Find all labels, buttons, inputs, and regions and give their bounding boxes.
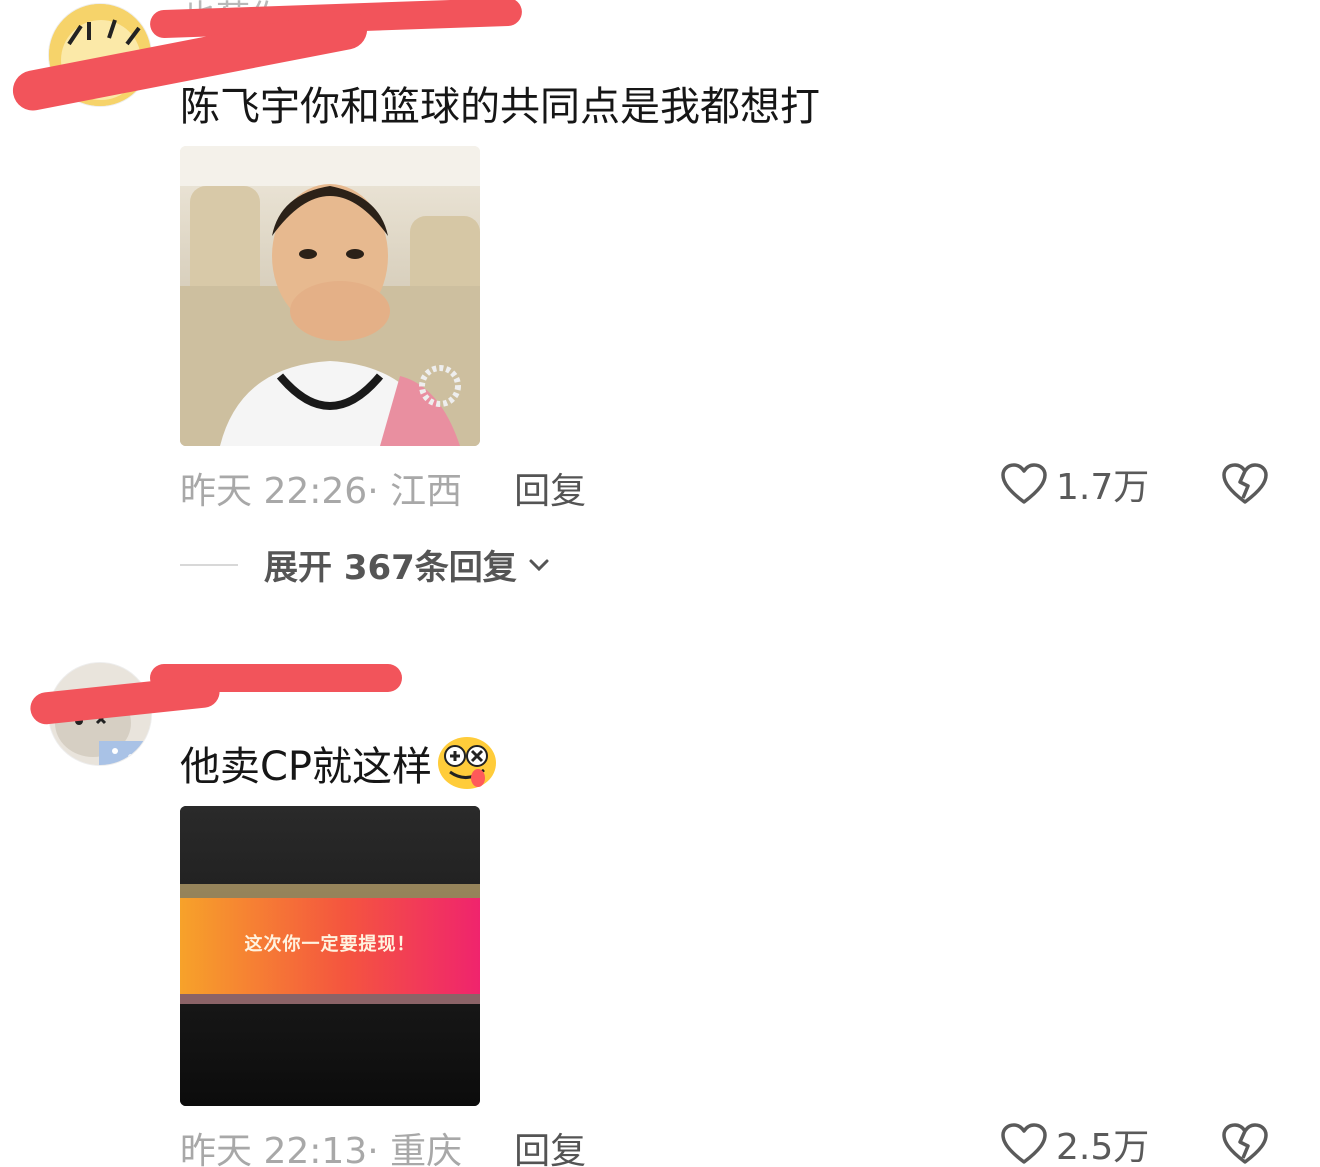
chevron-down-icon [529, 559, 549, 571]
timestamp: 昨天 22:26 [180, 471, 368, 512]
comment-video-thumbnail[interactable]: 这次你一定要提现！ [180, 806, 480, 1106]
dislike-button[interactable] [1220, 460, 1270, 508]
like-button[interactable]: 2.5万 [1000, 1118, 1149, 1167]
comment-item: 也莓你 陈飞宇你和篮球的共同点是我都想打 [0, 0, 1320, 620]
tongue-out-emoji-icon [436, 734, 498, 792]
comment-text: 他卖CP就这样 [180, 744, 433, 790]
location: · 江西 [367, 471, 463, 512]
like-button[interactable]: 1.7万 [1000, 458, 1149, 510]
expand-label: 展开 367条回复 [264, 548, 517, 588]
broken-heart-icon [1222, 1123, 1268, 1164]
comment-image[interactable] [180, 146, 480, 446]
like-count: 2.5万 [1056, 1127, 1150, 1167]
like-count: 1.7万 [1056, 467, 1150, 508]
location: · 重庆 [367, 1131, 463, 1167]
expand-replies-button[interactable]: 展开 367条回复 [180, 540, 551, 589]
reply-button[interactable]: 回复 [514, 462, 586, 514]
heart-icon [1001, 463, 1047, 504]
comment-text: 陈飞宇你和篮球的共同点是我都想打 [180, 84, 820, 130]
video-banner-text: 这次你一定要提现！ [244, 934, 416, 955]
photo-girl-in-car [180, 146, 480, 446]
heart-icon [1001, 1123, 1047, 1164]
timestamp: 昨天 22:13 [180, 1131, 368, 1167]
broken-heart-icon [1222, 463, 1268, 504]
reply-button[interactable]: 回复 [514, 1122, 586, 1167]
comment-item: 他卖CP就这样 这次你一定要提现！ 昨天 22:13 · 重庆 回复 2.5万 [0, 650, 1320, 1167]
comment-meta: 昨天 22:26 · 江西 回复 [180, 462, 586, 514]
comment-text-row: 他卖CP就这样 [180, 734, 498, 792]
comment-thread: 也莓你 陈飞宇你和篮球的共同点是我都想打 [0, 0, 1320, 1167]
dislike-button[interactable] [1220, 1120, 1270, 1167]
video-frame [180, 806, 480, 1106]
comment-meta: 昨天 22:13 · 重庆 回复 [180, 1122, 586, 1167]
divider [180, 563, 238, 566]
